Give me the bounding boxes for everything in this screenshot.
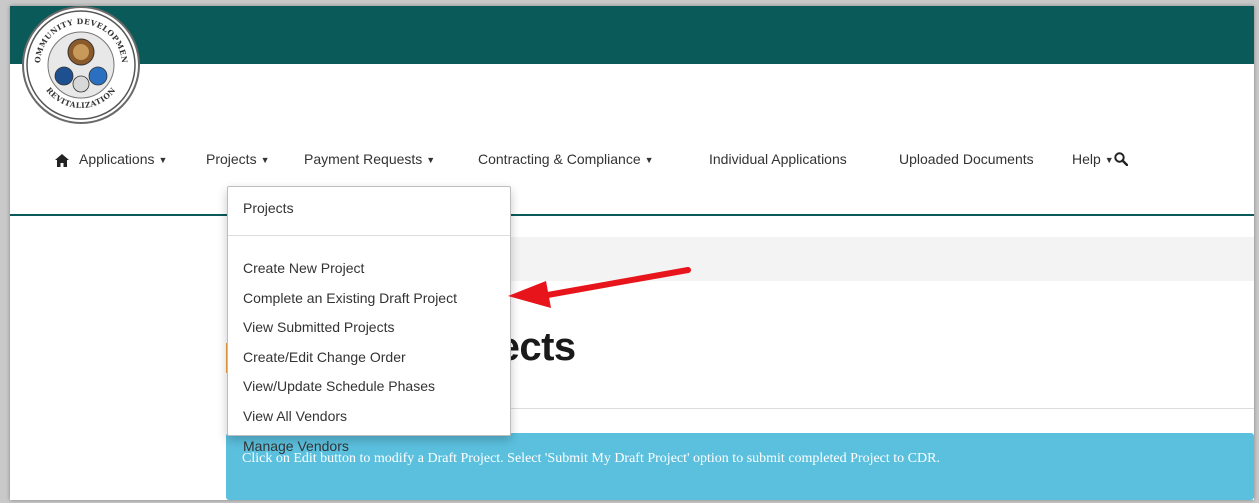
nav-individual-applications[interactable]: Individual Applications	[709, 151, 847, 167]
menu-divider	[228, 235, 510, 236]
search-icon[interactable]	[1114, 152, 1129, 169]
nav-payment-requests-label: Payment Requests	[304, 151, 423, 167]
menu-item-complete-draft-project[interactable]: Complete an Existing Draft Project	[228, 283, 510, 313]
top-banner	[10, 6, 1254, 64]
nav-projects-label: Projects	[206, 151, 257, 167]
nav-help-label: Help	[1072, 151, 1101, 167]
caret-down-icon: ▼	[644, 155, 654, 165]
nav-payment-requests[interactable]: Payment Requests ▼	[304, 151, 435, 167]
caret-down-icon: ▼	[260, 155, 270, 165]
nav-uploaded-documents-label: Uploaded Documents	[899, 151, 1034, 167]
menu-item-view-update-schedule-phases[interactable]: View/Update Schedule Phases	[228, 371, 510, 401]
nav-divider	[10, 214, 1254, 216]
menu-item-manage-vendors[interactable]: Manage Vendors	[228, 431, 510, 461]
nav-uploaded-documents[interactable]: Uploaded Documents	[899, 151, 1034, 167]
projects-menu-header[interactable]: Projects	[243, 200, 294, 216]
cdr-logo[interactable]: COMMUNITY DEVELOPMENT REVITALIZATION	[22, 6, 140, 124]
menu-item-view-submitted-projects[interactable]: View Submitted Projects	[228, 312, 510, 342]
caret-down-icon: ▼	[158, 155, 168, 165]
menu-item-view-all-vendors[interactable]: View All Vendors	[228, 401, 510, 431]
caret-down-icon: ▼	[1104, 155, 1114, 165]
projects-dropdown-menu: Projects Create New Project Complete an …	[227, 186, 511, 454]
nav-applications-label: Applications	[79, 151, 155, 167]
nav-contracting-compliance[interactable]: Contracting & Compliance ▼	[478, 151, 654, 167]
nav-projects[interactable]: Projects ▼	[206, 151, 270, 167]
menu-item-create-edit-change-order[interactable]: Create/Edit Change Order	[228, 342, 510, 372]
nav-help[interactable]: Help ▼	[1072, 151, 1114, 167]
nav-applications[interactable]: Applications ▼	[79, 151, 167, 167]
red-arrow-annotation	[506, 264, 696, 319]
home-icon[interactable]	[55, 154, 69, 170]
caret-down-icon: ▼	[426, 155, 436, 165]
app-window: COMMUNITY DEVELOPMENT REVITALIZATION App…	[10, 6, 1254, 500]
menu-item-create-new-project[interactable]: Create New Project	[228, 253, 510, 283]
nav-individual-applications-label: Individual Applications	[709, 151, 847, 167]
nav-contracting-compliance-label: Contracting & Compliance	[478, 151, 641, 167]
